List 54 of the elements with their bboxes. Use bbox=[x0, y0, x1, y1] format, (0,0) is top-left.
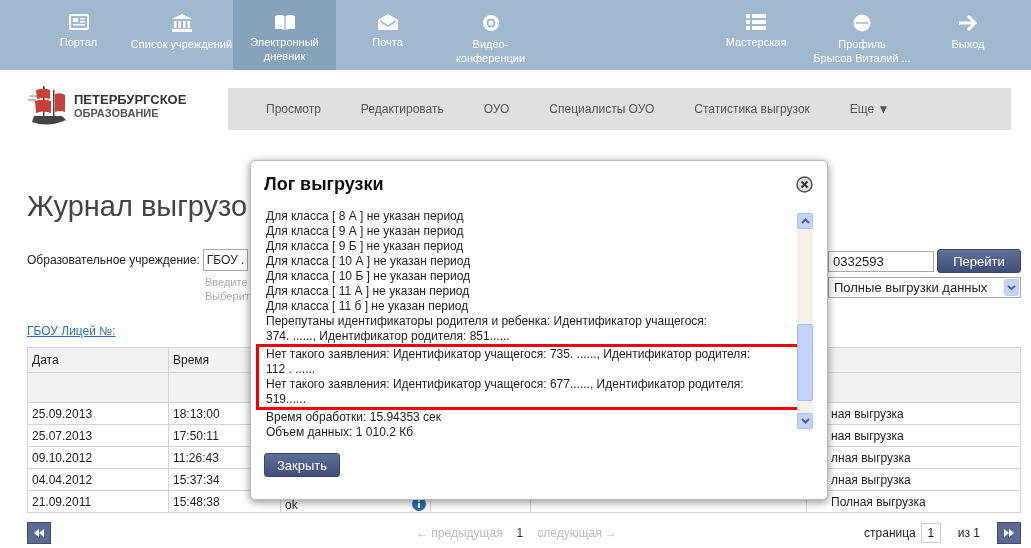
chevron-down-icon bbox=[800, 418, 810, 424]
menu-item[interactable]: Специалисты ОУО bbox=[529, 101, 675, 116]
double-left-icon bbox=[34, 529, 44, 537]
envelope-icon bbox=[377, 14, 398, 30]
arrow-right-icon bbox=[958, 14, 978, 32]
hint-text: Выберит bbox=[205, 289, 250, 303]
menu-item[interactable]: Редактировать bbox=[340, 101, 464, 116]
log-line: Для класса [ 9 А ] не указан период bbox=[265, 224, 465, 239]
page-label: страница bbox=[864, 526, 916, 540]
dropdown-icon bbox=[1004, 279, 1019, 296]
list-icon bbox=[746, 14, 766, 30]
table-cell: 04.04.2012 bbox=[27, 468, 169, 491]
book-icon bbox=[274, 14, 295, 30]
webcam-icon bbox=[481, 14, 500, 32]
close-button[interactable]: Закрыть bbox=[264, 453, 340, 477]
school-link[interactable]: ГБОУ Лицей №: bbox=[27, 324, 116, 338]
table-cell: 21.09.2011 bbox=[27, 490, 169, 513]
last-page-button[interactable] bbox=[997, 522, 1021, 544]
menu-item[interactable]: Просмотр bbox=[246, 101, 341, 116]
id-field[interactable]: 0332593 bbox=[828, 250, 934, 272]
newspaper-icon bbox=[68, 14, 89, 30]
log-line: Для класса [ 10 Б ] не указан период bbox=[265, 269, 472, 284]
double-right-icon bbox=[1004, 529, 1014, 537]
type-select[interactable]: Полные выгрузки данных bbox=[828, 277, 1021, 298]
logo-title: ПЕТЕРБУРГСКОЕ bbox=[74, 91, 187, 107]
log-line: Перепутаны идентификаторы родителя и ребенка: Идентификатор учащегося: 374. ......, Идентификатор родителя: 851...... bbox=[265, 314, 709, 344]
menu-item[interactable]: Статистика выгрузок bbox=[674, 101, 830, 116]
close-icon[interactable] bbox=[796, 175, 813, 193]
current-page: 1 bbox=[516, 526, 524, 540]
institution-field[interactable]: ГБОУ . bbox=[202, 249, 249, 271]
institution-label: Образовательное учреждение: bbox=[27, 253, 200, 267]
log-line: Для класса [ 11 А ] не указан период bbox=[265, 284, 471, 299]
log-line: Для класса [ 8 А ] не указан период bbox=[265, 209, 465, 224]
column-header: Дата bbox=[27, 347, 169, 373]
first-page-button[interactable] bbox=[27, 522, 51, 544]
dialog-title: Лог выгрузки bbox=[264, 173, 384, 195]
hint-text: Введите bbox=[205, 275, 248, 289]
chevron-up-icon bbox=[800, 218, 810, 224]
log-line: Для класса [ 10 А ] не указан период bbox=[265, 254, 472, 269]
logo-subtitle: ОБРАЗОВАНИЕ bbox=[74, 106, 160, 119]
menu-item[interactable]: ОУО bbox=[463, 101, 530, 116]
menu-item[interactable]: Еще ▼ bbox=[829, 101, 910, 116]
building-icon bbox=[171, 14, 192, 32]
page-field[interactable]: 1 bbox=[920, 523, 941, 543]
table-cell: 25.07.2013 bbox=[27, 424, 169, 447]
log-line: Для класса [ 9 Б ] не указан период bbox=[265, 239, 465, 254]
table-cell: 09.10.2012 bbox=[27, 446, 169, 469]
scrollbar[interactable] bbox=[797, 213, 813, 429]
table-cell: 25.09.2013 bbox=[27, 402, 169, 425]
page-count: из 1 bbox=[957, 526, 980, 540]
page-title: Журнал выгрузо bbox=[27, 189, 248, 224]
table-cell: ok bbox=[285, 497, 298, 512]
log-line: Для класса [ 11 б ] не указан период bbox=[265, 299, 470, 314]
go-button[interactable]: Перейти bbox=[937, 249, 1021, 273]
